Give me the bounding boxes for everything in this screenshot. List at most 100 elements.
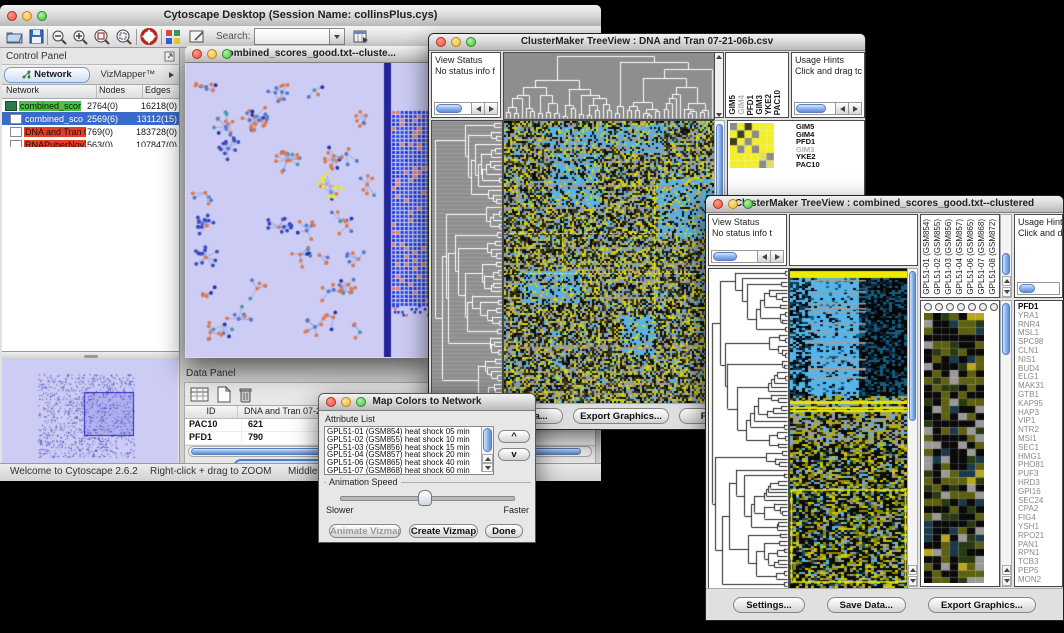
create-vizmap-button[interactable]: Create Vizmap [409, 524, 478, 538]
annotation-icon[interactable] [189, 29, 206, 44]
window-controls[interactable] [7, 11, 47, 21]
tv2-button-0[interactable]: Settings... [733, 597, 804, 613]
tv2-button-2[interactable]: Export Graphics... [928, 597, 1036, 613]
main-titlebar[interactable]: Cytoscape Desktop (Session Name: collins… [0, 5, 601, 27]
tv1-zoom-heatmap[interactable] [730, 123, 774, 168]
tab-overflow-button[interactable] [166, 72, 177, 78]
zoom-fit-icon[interactable] [115, 29, 133, 45]
zoom-out-icon[interactable] [51, 29, 68, 45]
minimize-icon[interactable] [341, 397, 351, 407]
zoom-window-icon[interactable] [743, 199, 753, 209]
close-icon[interactable] [326, 397, 336, 407]
scroll-up-button[interactable] [1002, 276, 1011, 286]
tv2-col-labels-vscrollbar[interactable] [1000, 214, 1012, 298]
column-label[interactable]: GPL51-08 (GSM872) [989, 219, 997, 295]
column-label[interactable]: GIM5 [729, 95, 737, 115]
attribute-list-vscrollbar[interactable] [481, 427, 493, 472]
row-label[interactable]: PAC10 [796, 161, 820, 169]
scroll-down-button[interactable] [482, 463, 493, 472]
scroll-up-button[interactable] [908, 565, 917, 575]
gene-label[interactable]: MON2 [1018, 576, 1062, 585]
animate-vizmap-button[interactable]: Animate Vizmap [329, 524, 401, 538]
column-label[interactable]: GPL51-01 (GSM854) [923, 219, 931, 295]
network-row[interactable]: combined_sco2569(6)13112(15) [2, 112, 179, 125]
column-label[interactable]: PFD1 [747, 95, 755, 115]
minimize-icon[interactable] [728, 199, 738, 209]
tv1-hints-scrollbar[interactable] [794, 102, 862, 115]
table-icon[interactable] [190, 386, 210, 403]
import-table-icon[interactable] [353, 29, 369, 44]
minimize-icon[interactable] [451, 37, 461, 47]
close-icon[interactable] [7, 11, 17, 21]
network-view-titlebar[interactable]: combined_scores_good.txt--cluste... [185, 46, 433, 63]
column-label[interactable]: YKE2 [765, 94, 773, 115]
minimize-icon[interactable] [207, 49, 217, 59]
close-icon[interactable] [436, 37, 446, 47]
new-attribute-icon[interactable] [216, 386, 232, 403]
open-file-icon[interactable] [6, 29, 23, 44]
data-col-id[interactable]: ID [185, 406, 238, 418]
col-header-network[interactable]: Network [2, 85, 97, 98]
tv2-detail-vscrollbar[interactable] [1000, 300, 1012, 587]
done-button[interactable]: Done [485, 524, 523, 538]
treeview2-titlebar[interactable]: ClusterMaker TreeView : combined_scores_… [706, 196, 1063, 213]
zoom-window-icon[interactable] [222, 49, 232, 59]
tv2-row-dendrogram[interactable] [708, 268, 789, 589]
tv2-status-scrollbar[interactable] [711, 250, 784, 263]
move-down-button[interactable]: v [498, 448, 530, 461]
scroll-down-button[interactable] [908, 576, 917, 586]
column-label[interactable]: GPL51-07 (GSM868) [978, 219, 986, 295]
zoom-selected-icon[interactable] [93, 29, 111, 45]
tv1-row-dendrogram[interactable] [431, 120, 503, 408]
zoom-in-icon[interactable] [72, 29, 89, 45]
tv1-status-scrollbar[interactable] [434, 102, 498, 115]
column-label[interactable]: GIM3 [756, 95, 764, 115]
treeview1-titlebar[interactable]: ClusterMaker TreeView : DNA and Tran 07-… [429, 34, 865, 51]
col-header-nodes[interactable]: Nodes [97, 85, 143, 98]
network-row[interactable]: combined_scores2764(0)16218(0) [2, 99, 179, 112]
scroll-up-button[interactable] [482, 454, 493, 463]
save-icon[interactable] [29, 29, 44, 44]
zoom-window-icon[interactable] [37, 11, 47, 21]
speed-slider-thumb[interactable] [418, 490, 432, 506]
column-label[interactable]: GPL51-03 (GSM856) [945, 219, 953, 295]
network-overview-canvas[interactable] [2, 360, 178, 464]
zoom-window-icon[interactable] [466, 37, 476, 47]
zoom-window-icon[interactable] [356, 397, 366, 407]
column-label[interactable]: PAC10 [774, 90, 782, 115]
tv2-column-tree-area[interactable] [789, 214, 918, 266]
tv2-button-1[interactable]: Save Data... [827, 597, 906, 613]
search-dropdown-button[interactable] [330, 28, 345, 45]
minimize-icon[interactable] [22, 11, 32, 21]
tv2-hints-scrollbar[interactable] [1017, 282, 1060, 295]
tv2-heatmap[interactable] [789, 268, 908, 589]
search-input[interactable] [254, 28, 330, 45]
scroll-down-button[interactable] [1002, 576, 1011, 586]
column-label[interactable]: GPL51-06 (GSM865) [967, 219, 975, 295]
tv1-heatmap[interactable] [503, 120, 715, 408]
tv1-col-scroll-sliver[interactable] [714, 52, 724, 118]
tv1-column-dendrogram[interactable] [503, 52, 715, 120]
tv2-heatmap-vscrollbar[interactable] [907, 268, 918, 587]
tab-network[interactable]: Network [4, 67, 90, 83]
column-label[interactable]: GIM4 [738, 95, 746, 115]
close-icon[interactable] [192, 49, 202, 59]
scroll-down-button[interactable] [1002, 287, 1011, 297]
trash-icon[interactable] [238, 386, 253, 403]
column-label[interactable]: GPL51-02 (GSM855) [934, 219, 942, 295]
scroll-up-button[interactable] [1002, 565, 1011, 575]
float-panel-icon[interactable] [164, 51, 175, 62]
vizmap-grid-icon[interactable] [165, 29, 181, 44]
col-header-edges[interactable]: Edges [143, 85, 179, 98]
tv1-button-1[interactable]: Export Graphics... [573, 408, 669, 424]
column-label[interactable]: GPL51-04 (GSM857) [956, 219, 964, 295]
dialog-titlebar[interactable]: Map Colors to Network [319, 394, 535, 411]
move-up-button[interactable]: ^ [498, 430, 530, 443]
tv2-zoom-heatmap[interactable] [924, 313, 984, 583]
network-row[interactable]: DNA and Tran 07769(0)183728(0) [2, 125, 179, 138]
tab-vizmapper[interactable]: VizMapper™ [90, 69, 166, 80]
overview-splitter[interactable] [2, 352, 179, 360]
close-icon[interactable] [713, 199, 723, 209]
network-canvas[interactable] [186, 63, 432, 357]
help-lifesaver-icon[interactable] [140, 28, 158, 45]
